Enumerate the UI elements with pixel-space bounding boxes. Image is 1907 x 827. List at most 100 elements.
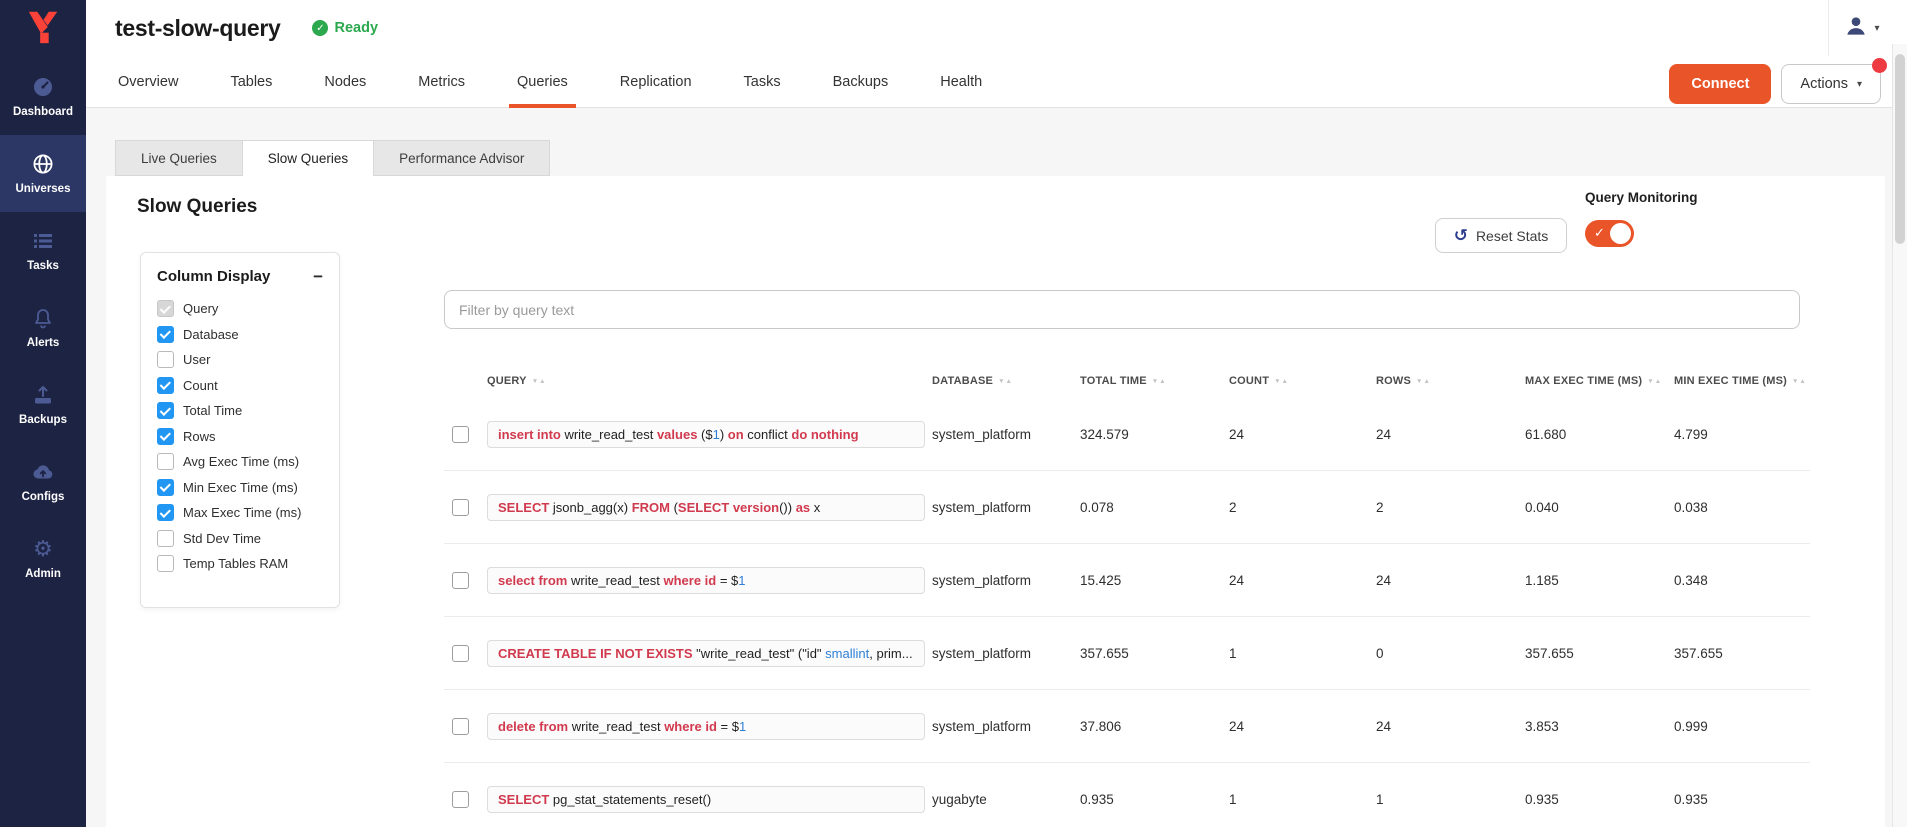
column-display-option[interactable]: Temp Tables RAM — [141, 551, 339, 577]
column-display-option[interactable]: Max Exec Time (ms) — [141, 500, 339, 526]
query-text-box[interactable]: SELECT pg_stat_statements_reset() — [487, 786, 925, 813]
checkbox[interactable] — [157, 326, 174, 343]
status-label: Ready — [334, 20, 378, 36]
sidebar-item-dashboard[interactable]: Dashboard — [0, 58, 86, 135]
column-display-option[interactable]: Rows — [141, 424, 339, 450]
checkbox[interactable] — [157, 530, 174, 547]
row-checkbox[interactable] — [452, 499, 469, 516]
check-icon: ✓ — [1594, 225, 1605, 241]
universe-tab-label: Replication — [620, 74, 692, 90]
table-column-header[interactable]: MAX EXEC TIME (MS) ▼▲ — [1525, 375, 1674, 387]
universe-tab[interactable]: Overview — [92, 56, 204, 107]
sidebar-item-configs[interactable]: Configs — [0, 443, 86, 520]
column-display-option[interactable]: Query — [141, 296, 339, 322]
checkbox[interactable] — [157, 402, 174, 419]
row-checkbox[interactable] — [452, 791, 469, 808]
column-display-option-label: Query — [183, 301, 218, 316]
sidebar-item-label: Tasks — [27, 260, 59, 272]
sidebar-item-tasks[interactable]: Tasks — [0, 212, 86, 289]
universe-tab[interactable]: Queries — [491, 56, 594, 107]
reset-stats-label: Reset Stats — [1476, 228, 1548, 244]
row-checkbox[interactable] — [452, 718, 469, 735]
universe-tab[interactable]: Metrics — [392, 56, 491, 107]
query-text-box[interactable]: CREATE TABLE IF NOT EXISTS "write_read_t… — [487, 640, 925, 667]
queries-content: Live Queries Slow Queries Performance Ad… — [86, 108, 1907, 827]
column-display-card: Column Display − Query Database — [140, 252, 340, 608]
checkbox[interactable] — [157, 453, 174, 470]
cell-select — [444, 499, 487, 516]
column-display-header: Column Display − — [141, 253, 339, 296]
query-text-box[interactable]: select from write_read_test where id = $… — [487, 567, 925, 594]
column-display-option[interactable]: Database — [141, 322, 339, 348]
connect-button[interactable]: Connect — [1669, 64, 1771, 104]
column-display-options: Query Database User Count — [141, 296, 339, 577]
sql-token: version — [733, 500, 779, 515]
checkbox[interactable] — [157, 555, 174, 572]
universe-tab[interactable]: Backups — [807, 56, 915, 107]
sidebar-item-alerts[interactable]: Alerts — [0, 289, 86, 366]
table-column-header[interactable]: ROWS ▼▲ — [1376, 375, 1525, 387]
sidebar-item-backups[interactable]: Backups — [0, 366, 86, 443]
column-display-option[interactable]: Min Exec Time (ms) — [141, 475, 339, 501]
sql-token: , prim... — [869, 646, 912, 661]
universe-tab[interactable]: Health — [914, 56, 1008, 107]
queries-subtab[interactable]: Performance Advisor — [373, 140, 550, 176]
checkbox[interactable] — [157, 504, 174, 521]
query-text-box[interactable]: SELECT jsonb_agg(x) FROM (SELECT version… — [487, 494, 925, 521]
query-text-box[interactable]: delete from write_read_test where id = $… — [487, 713, 925, 740]
universe-tab[interactable]: Nodes — [298, 56, 392, 107]
column-display-option[interactable]: Total Time — [141, 398, 339, 424]
queries-subtabs: Live Queries Slow Queries Performance Ad… — [115, 140, 549, 176]
table-column-header-label: MIN EXEC TIME (MS) — [1674, 375, 1787, 387]
column-display-option[interactable]: User — [141, 347, 339, 373]
table-column-header[interactable]: TOTAL TIME ▼▲ — [1080, 375, 1229, 387]
cell-rows: 24 — [1376, 573, 1525, 588]
cell-query: insert into write_read_test values ($1) … — [487, 421, 932, 448]
cell-query: delete from write_read_test where id = $… — [487, 713, 932, 740]
universe-tab[interactable]: Tables — [204, 56, 298, 107]
row-checkbox[interactable] — [452, 426, 469, 443]
sidebar-item-admin[interactable]: ⚙ Admin — [0, 520, 86, 597]
queries-subtab[interactable]: Live Queries — [115, 140, 243, 176]
table-column-header[interactable]: COUNT ▼▲ — [1229, 375, 1376, 387]
checkbox[interactable] — [157, 300, 174, 317]
cell-database: system_platform — [932, 646, 1080, 661]
column-display-option[interactable]: Avg Exec Time (ms) — [141, 449, 339, 475]
reset-stats-button[interactable]: ↺ Reset Stats — [1435, 218, 1567, 253]
row-checkbox[interactable] — [452, 572, 469, 589]
sidebar-item-universes[interactable]: Universes — [0, 135, 86, 212]
sql-token: SELECT — [678, 500, 733, 515]
actions-button[interactable]: Actions ▾ — [1781, 64, 1881, 104]
universe-tab-label: Tasks — [744, 74, 781, 90]
table-column-header[interactable]: MIN EXEC TIME (MS) ▼▲ — [1674, 375, 1810, 387]
table-column-header[interactable]: DATABASE ▼▲ — [932, 375, 1080, 387]
checkbox[interactable] — [157, 377, 174, 394]
sidebar-item-label: Dashboard — [13, 106, 73, 118]
list-icon — [31, 229, 55, 253]
universe-tab[interactable]: Tasks — [718, 56, 807, 107]
universe-tab[interactable]: Replication — [594, 56, 718, 107]
query-filter-input[interactable] — [444, 290, 1800, 329]
checkbox[interactable] — [157, 351, 174, 368]
sort-icon: ▼▲ — [532, 378, 547, 385]
yugabyte-logo[interactable] — [0, 0, 86, 58]
row-checkbox[interactable] — [452, 645, 469, 662]
queries-subtab[interactable]: Slow Queries — [242, 140, 374, 176]
collapse-minus-icon[interactable]: − — [313, 268, 323, 285]
query-monitoring-toggle[interactable]: ✓ — [1585, 220, 1634, 247]
universe-tab-label: Overview — [118, 74, 178, 90]
column-display-title: Column Display — [157, 268, 270, 285]
table-column-header[interactable]: QUERY ▼▲ — [487, 375, 932, 387]
column-display-option[interactable]: Std Dev Time — [141, 526, 339, 552]
query-text-box[interactable]: insert into write_read_test values ($1) … — [487, 421, 925, 448]
sql-token: ()) — [779, 500, 796, 515]
sql-token: ) — [720, 427, 728, 442]
column-display-option-label: Min Exec Time (ms) — [183, 480, 298, 495]
sidebar-item-label: Admin — [25, 568, 61, 580]
cell-count: 1 — [1229, 646, 1376, 661]
checkbox[interactable] — [157, 479, 174, 496]
column-display-option[interactable]: Count — [141, 373, 339, 399]
user-menu[interactable]: ▾ — [1828, 0, 1894, 56]
checkbox[interactable] — [157, 428, 174, 445]
scrollbar-thumb[interactable] — [1895, 54, 1905, 244]
